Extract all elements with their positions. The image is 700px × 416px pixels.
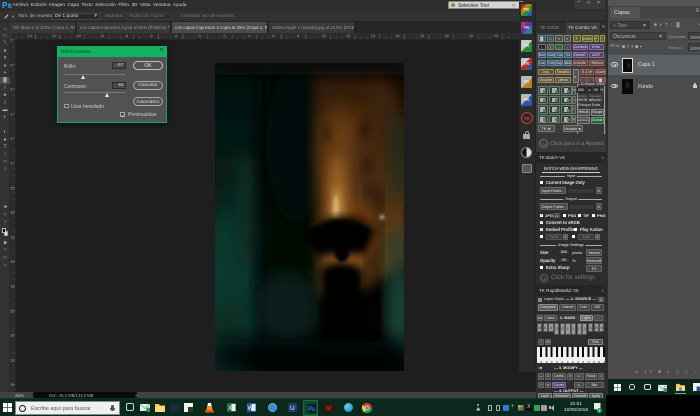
svg-text:Ps: Ps <box>308 407 315 413</box>
svg-text:Id: Id <box>326 406 331 412</box>
svg-text:W: W <box>248 406 254 412</box>
svg-text:U: U <box>290 405 295 412</box>
svg-text:X: X <box>228 406 232 412</box>
